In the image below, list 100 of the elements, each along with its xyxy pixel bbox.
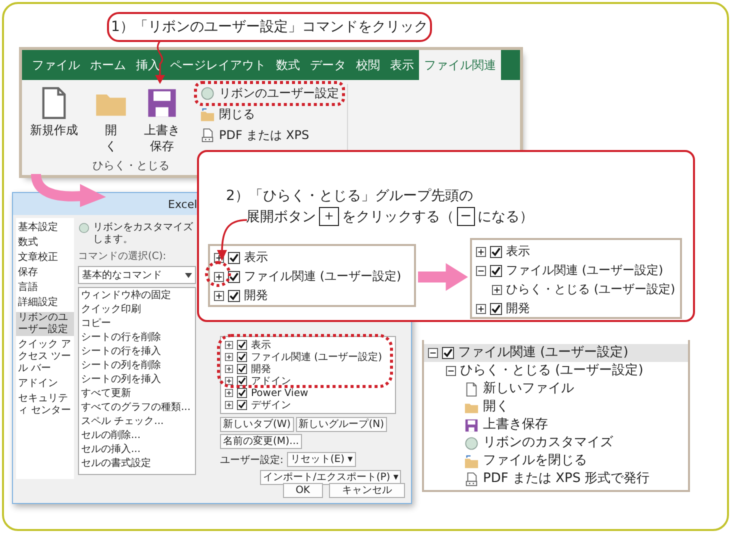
- command-list[interactable]: ウィンドウ枠の固定 クイック印刷 コピー シートの行を削除 シートの行を挿入 シートの列を削除 シートの列を挿入 すべて更新 すべてのグラフの種類... スペル チェック... セルの削除... セルの挿入... セルの書式設定: [78, 287, 196, 475]
- ribbon-button[interactable]: 上書き保存: [140, 84, 184, 158]
- ribbon-tab[interactable]: ページレイアウト: [165, 50, 271, 80]
- ribbon-button[interactable]: PDF または XPS: [200, 126, 339, 145]
- plus-box-icon[interactable]: [214, 272, 224, 282]
- list-item[interactable]: シートの列を挿入: [81, 373, 193, 387]
- plus-box-icon[interactable]: [492, 284, 502, 294]
- checkbox[interactable]: [490, 302, 502, 314]
- plus-box-icon[interactable]: [476, 246, 486, 256]
- list-item[interactable]: すべて更新: [81, 387, 193, 401]
- plus-box-icon[interactable]: [225, 365, 233, 373]
- ribbon-tab[interactable]: ファイル: [27, 50, 85, 80]
- checkbox[interactable]: [237, 388, 247, 398]
- collapse-symbol: −: [457, 207, 475, 226]
- list-item[interactable]: スペル チェック...: [81, 415, 193, 429]
- list-item[interactable]: シートの行を削除: [81, 331, 193, 345]
- checkbox[interactable]: [237, 400, 247, 410]
- sidebar-item[interactable]: クイック アクセス ツール バー: [16, 339, 74, 375]
- sidebar-item[interactable]: セキュリティ センター: [16, 393, 74, 417]
- tree-label: ファイル関連 (ユーザー設定): [506, 264, 664, 278]
- tree-label: 開発: [506, 302, 530, 316]
- checkbox[interactable]: [442, 347, 454, 359]
- sidebar-item[interactable]: 保存: [16, 267, 74, 279]
- sidebar-item[interactable]: 詳細設定: [16, 297, 74, 309]
- tree-row[interactable]: ファイル関連 (ユーザー設定): [424, 344, 688, 362]
- tree-row[interactable]: ファイルを閉じる: [424, 452, 688, 470]
- list-item[interactable]: シートの行を挿入: [81, 345, 193, 359]
- circle-icon: [464, 436, 479, 450]
- checkbox[interactable]: [490, 264, 502, 276]
- reset-dropdown[interactable]: リセット(E) ▾: [287, 452, 356, 467]
- document-icon: [464, 382, 479, 396]
- plus-box-icon[interactable]: [225, 389, 233, 397]
- tree-row[interactable]: リボンのカスタマイズ: [424, 434, 688, 452]
- plus-box-icon[interactable]: [225, 341, 233, 349]
- minus-box-icon[interactable]: [428, 348, 438, 358]
- tree-row[interactable]: PDF または XPS 形式で発行: [424, 470, 688, 488]
- list-item[interactable]: セルの削除...: [81, 429, 193, 443]
- ribbon-tab[interactable]: 数式: [271, 50, 305, 80]
- field-label: コマンドの選択(C):: [78, 250, 168, 263]
- document-icon: [464, 472, 479, 486]
- ribbon-button[interactable]: 開く: [94, 84, 128, 158]
- checkbox[interactable]: [228, 290, 240, 302]
- ok-button[interactable]: OK: [282, 483, 323, 498]
- sidebar-item[interactable]: 言語: [16, 282, 74, 294]
- sidebar-item[interactable]: アドイン: [16, 378, 74, 390]
- plus-box-icon[interactable]: [225, 401, 233, 409]
- tree-row[interactable]: 新しいファイル: [424, 380, 688, 398]
- list-item[interactable]: ウィンドウ枠の固定: [81, 289, 193, 303]
- ribbon-tab[interactable]: 校閲: [351, 50, 385, 80]
- step-text: 2）「ひらく・とじる」グループ先頭の: [226, 188, 473, 204]
- list-item[interactable]: クイック印刷: [81, 303, 193, 317]
- document-icon: [200, 128, 215, 143]
- circle-icon: [200, 86, 215, 101]
- tree-label: アドイン: [251, 376, 291, 386]
- minus-box-icon[interactable]: [446, 366, 456, 376]
- sidebar-item[interactable]: 数式: [16, 237, 74, 249]
- tree-label: 表示: [244, 250, 268, 264]
- window-title: Excel: [168, 198, 198, 210]
- tree-row[interactable]: 上書き保存: [424, 416, 688, 434]
- highlight-circle: [205, 261, 231, 287]
- tree-label: ファイル関連 (ユーザー設定): [458, 346, 628, 360]
- tree-label: Power View: [251, 388, 308, 398]
- plus-box-icon[interactable]: [225, 353, 233, 361]
- cancel-button[interactable]: キャンセル: [329, 483, 405, 498]
- dialog-button[interactable]: 名前の変更(M)...: [220, 434, 302, 449]
- plus-box-icon[interactable]: [476, 304, 486, 314]
- sidebar-item[interactable]: 基本設定: [16, 222, 74, 234]
- ribbon-button[interactable]: 新規作成: [26, 84, 82, 158]
- checkbox[interactable]: [228, 252, 240, 264]
- ribbon-tab[interactable]: ホーム: [85, 50, 131, 80]
- ribbon-tab[interactable]: 表示: [385, 50, 419, 80]
- sidebar-item[interactable]: 文章校正: [16, 252, 74, 264]
- checkbox[interactable]: [237, 352, 247, 362]
- dialog-button[interactable]: 新しいタブ(W): [220, 417, 294, 432]
- sidebar-item[interactable]: リボンのユーザー設定: [16, 312, 74, 336]
- tree-row[interactable]: ひらく・とじる (ユーザー設定): [424, 362, 688, 380]
- ribbon-tab[interactable]: ファイル関連: [419, 50, 501, 80]
- checkbox[interactable]: [237, 340, 247, 350]
- dropdown[interactable]: 基本的なコマンド: [78, 266, 196, 284]
- list-item[interactable]: セルの書式設定: [81, 457, 193, 471]
- circle-icon: [78, 222, 90, 234]
- tree-row[interactable]: 開く: [424, 398, 688, 416]
- ribbon-tab[interactable]: データ: [305, 50, 351, 80]
- list-item[interactable]: コピー: [81, 317, 193, 331]
- list-item[interactable]: シートの列を削除: [81, 359, 193, 373]
- plus-box-icon[interactable]: [225, 377, 233, 385]
- plus-box-icon[interactable]: [214, 290, 224, 300]
- list-item[interactable]: すべてのグラフの種類...: [81, 401, 193, 415]
- ribbon-button[interactable]: リボンのユーザー設定: [200, 84, 339, 103]
- right-arrow: [418, 263, 468, 291]
- checkbox[interactable]: [237, 364, 247, 374]
- dialog-button[interactable]: 新しいグループ(N): [296, 417, 387, 432]
- checkbox[interactable]: [228, 270, 240, 282]
- minus-box-icon[interactable]: [476, 266, 486, 276]
- checkbox[interactable]: [490, 246, 502, 258]
- checkbox[interactable]: [237, 376, 247, 386]
- step-text: になる）: [478, 208, 534, 226]
- ribbon-tab[interactable]: 挿入: [131, 50, 165, 80]
- ribbon-button[interactable]: 閉じる: [200, 105, 339, 124]
- list-item[interactable]: セルの挿入...: [81, 443, 193, 457]
